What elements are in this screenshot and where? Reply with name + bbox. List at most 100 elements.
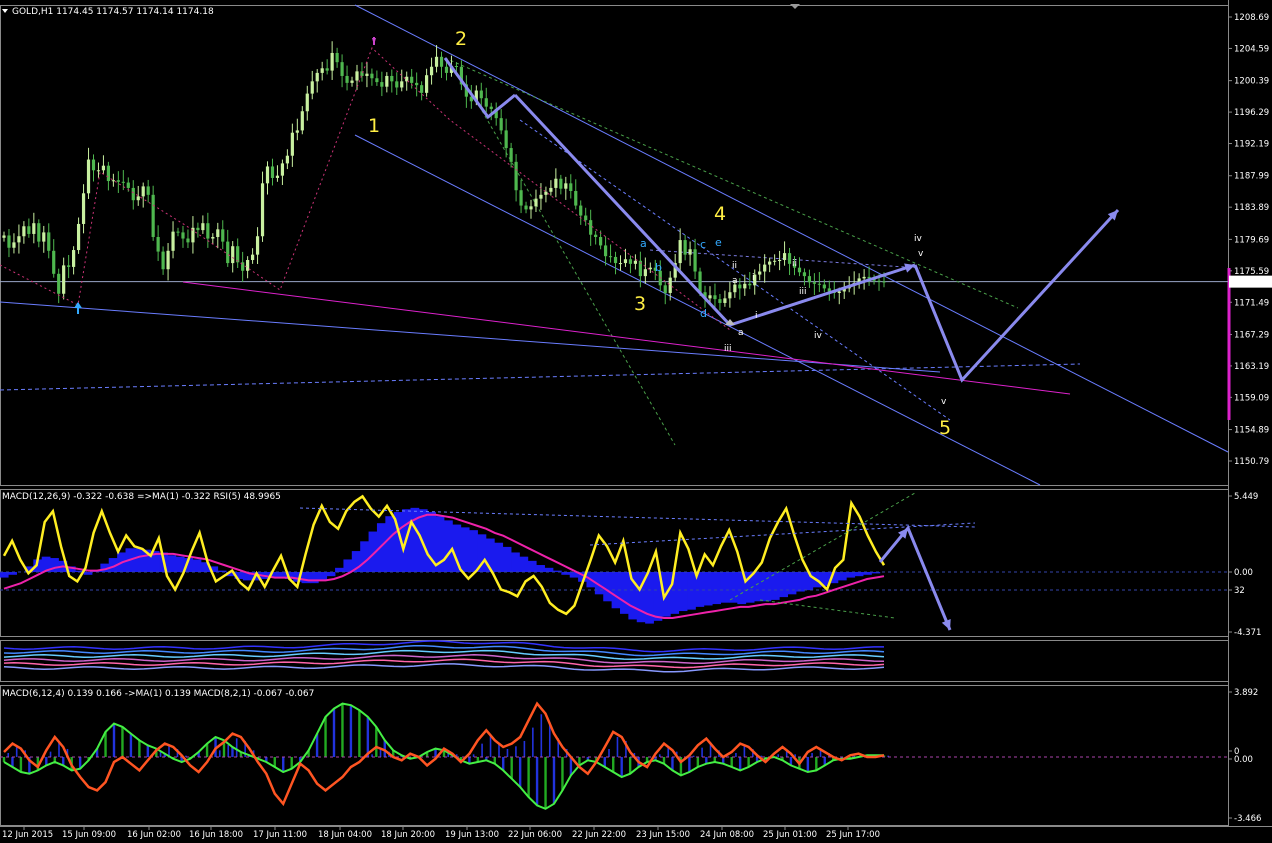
panel-trend-line — [759, 599, 896, 619]
support-line — [182, 281, 1071, 395]
y-tick-label: 1163.19 — [1234, 362, 1269, 372]
candle-body — [285, 155, 289, 164]
candle-body — [718, 299, 722, 303]
candle-body — [633, 260, 638, 264]
arrowhead-icon — [904, 263, 915, 273]
candle-body — [628, 259, 633, 264]
y-tick-label: -3.466 — [1234, 814, 1261, 824]
trend-line-dotted — [469, 89, 676, 446]
macd-bar — [502, 546, 512, 572]
wave-label: i — [752, 273, 755, 283]
candle-body — [186, 238, 190, 243]
candle-body — [136, 196, 140, 201]
candle-body — [280, 163, 285, 176]
candle-body — [683, 240, 687, 255]
candle-body — [151, 194, 155, 238]
macd-bar — [754, 572, 763, 602]
candle-body — [290, 132, 294, 156]
macd-bar — [544, 567, 554, 572]
wave-label: ii — [732, 261, 737, 271]
candle-body — [539, 194, 543, 199]
wave-label: iv — [814, 331, 823, 341]
panel1-header: MACD(12,26,9) -0.322 -0.638 =>MA(1) -0.3… — [2, 492, 281, 502]
main-panel-frame — [0, 5, 1229, 486]
wave-label: i — [755, 311, 758, 321]
candle-body — [688, 249, 692, 255]
candle-body — [693, 249, 697, 272]
x-tick-label: 15 Jun 09:00 — [62, 830, 116, 840]
panel-trend-line — [589, 522, 976, 546]
candle-body — [773, 260, 777, 262]
fractal-up-icon — [74, 302, 82, 308]
macd-bar — [326, 572, 336, 577]
y-tick-label: 32 — [1234, 586, 1245, 596]
candle-body — [121, 181, 125, 183]
candles — [2, 41, 886, 311]
candle-body — [837, 291, 841, 293]
macd-bar — [779, 572, 789, 598]
candle-body — [320, 68, 324, 73]
candle-body — [589, 220, 593, 235]
candle-body — [270, 166, 275, 178]
candle-body — [72, 250, 76, 267]
candle-body — [802, 272, 807, 277]
candle-body — [365, 73, 369, 76]
candle-body — [454, 66, 459, 68]
y-tick-label: 1154.89 — [1234, 426, 1269, 436]
candle-body — [370, 73, 374, 79]
panel3-header: MACD(6,12,4) 0.139 0.166 ->MA(1) 0.139 M… — [2, 689, 314, 699]
candle-body — [126, 182, 130, 188]
candle-body — [812, 282, 816, 284]
candle-body — [141, 186, 145, 197]
ribbon-line — [3, 649, 885, 661]
macd-bar — [687, 572, 696, 610]
candle-body — [499, 118, 503, 131]
candle-body — [166, 250, 170, 270]
candle-body — [325, 68, 329, 71]
candle-body — [231, 246, 235, 264]
wave-label: e — [715, 236, 722, 249]
candle-body — [390, 75, 394, 82]
x-tick-label: 16 Jun 02:00 — [127, 830, 181, 840]
candle-body — [529, 206, 533, 210]
candle-body — [96, 170, 101, 172]
x-tick-label: 25 Jun 17:00 — [826, 830, 880, 840]
macd-bar — [133, 548, 143, 572]
candle-body — [807, 276, 812, 283]
candle-body — [181, 232, 185, 239]
channel-line — [0, 301, 941, 373]
macd-bar — [335, 567, 344, 572]
candle-body — [579, 205, 583, 216]
main-header: GOLD,H1 1174.45 1174.57 1174.14 1174.18 — [12, 7, 214, 17]
candle-body — [574, 190, 578, 206]
macd-bar — [175, 556, 185, 572]
macd-bar — [703, 572, 713, 606]
macd-bar — [728, 572, 738, 603]
candle-body — [728, 292, 732, 299]
candle-body — [52, 250, 56, 274]
candle-body — [221, 229, 225, 242]
macd2-histogram — [2, 703, 890, 809]
candle-body — [534, 198, 538, 207]
y-tick-label: 1159.09 — [1234, 393, 1269, 403]
macd-bar — [712, 572, 721, 605]
candle-body — [758, 271, 762, 275]
candle-body — [708, 295, 712, 299]
macd-bar — [796, 572, 805, 592]
candle-body — [32, 223, 36, 234]
chart-canvas: 1208.69 1204.59 1200.39 1196.29 1192.19 1187.… — [0, 0, 1272, 840]
candle-body — [81, 193, 86, 224]
projection-arrow — [878, 525, 952, 631]
candle-body — [643, 269, 647, 277]
y-tick-label: 0.00 — [1234, 755, 1253, 765]
candle-body — [236, 246, 240, 263]
candle-body — [434, 56, 439, 67]
macd-bar — [192, 559, 202, 572]
candle-body — [584, 215, 588, 221]
candle-body — [67, 265, 71, 267]
candle-body — [161, 251, 165, 270]
candle-body — [429, 66, 434, 76]
candle-body — [424, 75, 429, 93]
candle-body — [310, 81, 314, 94]
macd-bar — [511, 552, 520, 572]
